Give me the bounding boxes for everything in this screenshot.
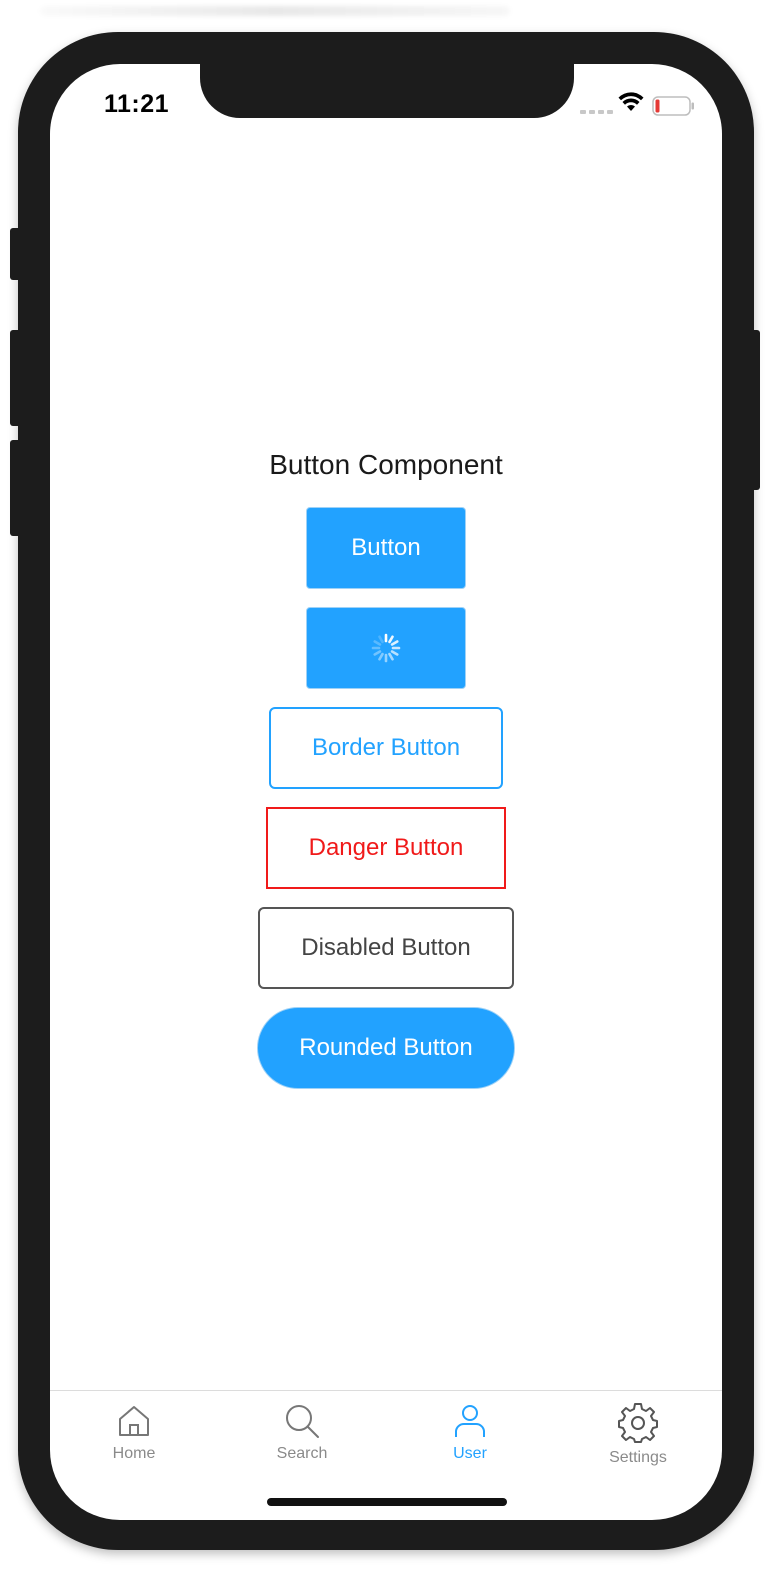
tab-search-label: Search: [276, 1445, 328, 1462]
wifi-icon: [618, 92, 644, 111]
main-content: Button Component Button Border Button Da…: [50, 449, 722, 1107]
notch: [200, 64, 574, 118]
tab-home[interactable]: Home: [50, 1391, 218, 1520]
home-indicator[interactable]: [267, 1498, 507, 1506]
volume-down-button: [10, 440, 22, 536]
status-time: 11:21: [104, 90, 170, 118]
tab-user-label: User: [453, 1445, 487, 1462]
loading-spinner-icon: [371, 633, 401, 663]
signal-dots-icon: [580, 110, 613, 114]
primary-button[interactable]: Button: [306, 507, 466, 589]
phone-screen: 11:21 Button Component Button Border But…: [50, 64, 722, 1520]
volume-up-button: [10, 330, 22, 426]
loading-button[interactable]: [306, 607, 466, 689]
silent-switch: [10, 228, 22, 280]
border-button[interactable]: Border Button: [269, 707, 503, 789]
battery-low-icon: [652, 96, 694, 116]
top-edge-shadow: [40, 6, 510, 16]
tab-home-label: Home: [112, 1445, 156, 1462]
danger-button[interactable]: Danger Button: [266, 807, 506, 889]
disabled-button: Disabled Button: [258, 907, 514, 989]
user-icon: [455, 1405, 485, 1437]
gear-icon: [618, 1403, 658, 1443]
tab-settings[interactable]: Settings: [554, 1391, 722, 1520]
tab-settings-label: Settings: [609, 1449, 667, 1466]
rounded-button[interactable]: Rounded Button: [257, 1007, 515, 1089]
page-title: Button Component: [269, 449, 503, 480]
search-icon: [286, 1405, 319, 1438]
power-button: [750, 330, 760, 490]
home-icon: [119, 1406, 149, 1436]
